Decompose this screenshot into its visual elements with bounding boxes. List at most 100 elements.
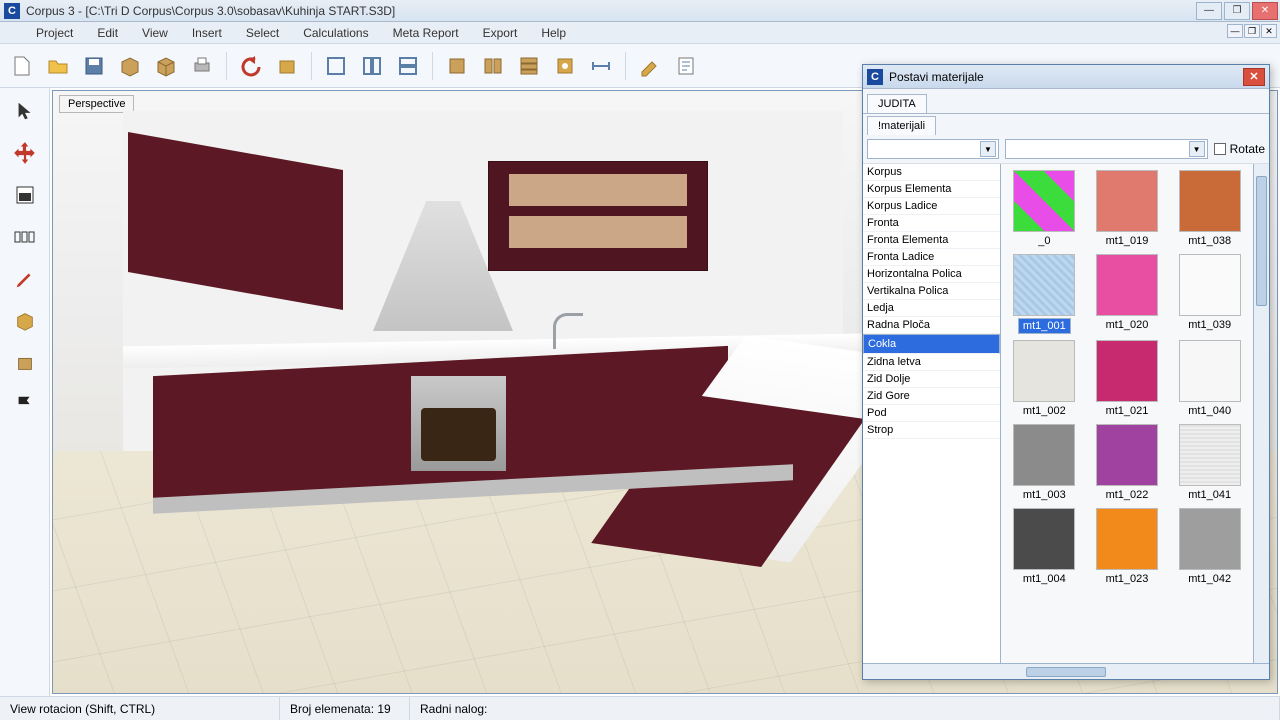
swatch-chip xyxy=(1013,254,1075,316)
swatch-label: mt1_022 xyxy=(1102,488,1153,502)
cab1-button[interactable] xyxy=(441,50,473,82)
swatch-chip xyxy=(1179,254,1241,316)
rotate-checkbox[interactable]: Rotate xyxy=(1214,142,1265,156)
dialog-close-button[interactable]: ✕ xyxy=(1243,68,1265,86)
wall-tool[interactable] xyxy=(8,220,42,254)
oven-tool[interactable] xyxy=(8,178,42,212)
category-item[interactable]: Radna Ploča xyxy=(863,317,1000,334)
cab2-button[interactable] xyxy=(477,50,509,82)
menu-insert[interactable]: Insert xyxy=(184,24,230,42)
swatch-label: _0 xyxy=(1034,234,1054,248)
swatch-chip xyxy=(1096,340,1158,402)
category-item[interactable]: Zid Gore xyxy=(863,388,1000,405)
horizontal-scrollbar[interactable] xyxy=(863,663,1269,679)
swatch-chip xyxy=(1013,340,1075,402)
edit-button[interactable] xyxy=(634,50,666,82)
cube-tool[interactable] xyxy=(8,304,42,338)
flag-tool[interactable] xyxy=(8,388,42,422)
cursor-tool[interactable] xyxy=(8,94,42,128)
dialog-filter-row: ▼ ▼ Rotate xyxy=(863,135,1269,164)
print-button[interactable] xyxy=(186,50,218,82)
swatch-item[interactable]: mt1_020 xyxy=(1088,254,1167,334)
window-controls: — ❐ ✕ xyxy=(1196,2,1280,20)
mdi-minimize[interactable]: — xyxy=(1227,24,1243,38)
view2-button[interactable] xyxy=(356,50,388,82)
swatch-label: mt1_004 xyxy=(1019,572,1070,586)
new-button[interactable] xyxy=(6,50,38,82)
box-button[interactable] xyxy=(114,50,146,82)
move-tool[interactable] xyxy=(8,136,42,170)
report-button[interactable] xyxy=(670,50,702,82)
category-item[interactable]: Zid Dolje xyxy=(863,371,1000,388)
mdi-restore[interactable]: ❐ xyxy=(1244,24,1260,38)
swatch-item[interactable]: mt1_001 xyxy=(1005,254,1084,334)
open-button[interactable] xyxy=(42,50,74,82)
box-tool[interactable] xyxy=(8,346,42,380)
category-item[interactable]: Fronta Elementa xyxy=(863,232,1000,249)
cab3-button[interactable] xyxy=(513,50,545,82)
swatch-chip xyxy=(1096,424,1158,486)
menu-edit[interactable]: Edit xyxy=(89,24,126,42)
swatch-item[interactable]: mt1_040 xyxy=(1170,340,1249,418)
category-item[interactable]: Fronta Ladice xyxy=(863,249,1000,266)
dim-button[interactable] xyxy=(585,50,617,82)
swatch-grid[interactable]: _0mt1_019mt1_038mt1_001mt1_020mt1_039mt1… xyxy=(1001,164,1253,663)
swatch-item[interactable]: mt1_021 xyxy=(1088,340,1167,418)
statusbar: View rotacion (Shift, CTRL) Broj elemena… xyxy=(0,696,1280,720)
save-button[interactable] xyxy=(78,50,110,82)
category-item[interactable]: Zidna letva xyxy=(863,354,1000,371)
mdi-close[interactable]: ✕ xyxy=(1261,24,1277,38)
menu-select[interactable]: Select xyxy=(238,24,287,42)
swatch-item[interactable]: mt1_004 xyxy=(1005,508,1084,586)
close-button[interactable]: ✕ xyxy=(1252,2,1278,20)
pencil-tool[interactable] xyxy=(8,262,42,296)
swatch-item[interactable]: mt1_039 xyxy=(1170,254,1249,334)
swatch-item[interactable]: mt1_019 xyxy=(1088,170,1167,248)
undo-button[interactable] xyxy=(235,50,267,82)
menu-project[interactable]: Project xyxy=(28,24,81,42)
tab-judita[interactable]: JUDITA xyxy=(867,94,927,113)
package-button[interactable] xyxy=(271,50,303,82)
category-select-right[interactable]: ▼ xyxy=(1005,139,1208,159)
category-item[interactable]: Cokla xyxy=(863,334,1000,354)
vertical-scrollbar[interactable] xyxy=(1253,164,1269,663)
swatch-label: mt1_019 xyxy=(1102,234,1153,248)
swatch-item[interactable]: mt1_003 xyxy=(1005,424,1084,502)
menu-calculations[interactable]: Calculations xyxy=(295,24,376,42)
menu-view[interactable]: View xyxy=(134,24,176,42)
category-item[interactable]: Horizontalna Polica xyxy=(863,266,1000,283)
swatch-item[interactable]: mt1_022 xyxy=(1088,424,1167,502)
swatch-item[interactable]: mt1_042 xyxy=(1170,508,1249,586)
category-list[interactable]: KorpusKorpus ElementaKorpus LadiceFronta… xyxy=(863,164,1001,663)
chevron-down-icon: ▼ xyxy=(1189,141,1205,157)
category-item[interactable]: Pod xyxy=(863,405,1000,422)
dialog-titlebar[interactable]: C Postavi materijale ✕ xyxy=(863,65,1269,89)
swatch-label: mt1_023 xyxy=(1102,572,1153,586)
swatch-item[interactable]: mt1_002 xyxy=(1005,340,1084,418)
box2-button[interactable] xyxy=(150,50,182,82)
category-item[interactable]: Fronta xyxy=(863,215,1000,232)
swatch-label: mt1_042 xyxy=(1184,572,1235,586)
category-item[interactable]: Korpus Elementa xyxy=(863,181,1000,198)
menubar: Project Edit View Insert Select Calculat… xyxy=(0,22,1280,44)
category-select-left[interactable]: ▼ xyxy=(867,139,999,159)
view3-button[interactable] xyxy=(392,50,424,82)
chevron-down-icon: ▼ xyxy=(980,141,996,157)
category-item[interactable]: Korpus xyxy=(863,164,1000,181)
view1-button[interactable] xyxy=(320,50,352,82)
category-item[interactable]: Korpus Ladice xyxy=(863,198,1000,215)
swatch-item[interactable]: mt1_023 xyxy=(1088,508,1167,586)
minimize-button[interactable]: — xyxy=(1196,2,1222,20)
tab-materijali[interactable]: !materijali xyxy=(867,116,936,135)
menu-export[interactable]: Export xyxy=(475,24,526,42)
swatch-item[interactable]: _0 xyxy=(1005,170,1084,248)
category-item[interactable]: Ledja xyxy=(863,300,1000,317)
menu-meta-report[interactable]: Meta Report xyxy=(385,24,467,42)
cab4-button[interactable] xyxy=(549,50,581,82)
category-item[interactable]: Vertikalna Polica xyxy=(863,283,1000,300)
swatch-item[interactable]: mt1_038 xyxy=(1170,170,1249,248)
menu-help[interactable]: Help xyxy=(533,24,574,42)
swatch-item[interactable]: mt1_041 xyxy=(1170,424,1249,502)
category-item[interactable]: Strop xyxy=(863,422,1000,439)
maximize-button[interactable]: ❐ xyxy=(1224,2,1250,20)
